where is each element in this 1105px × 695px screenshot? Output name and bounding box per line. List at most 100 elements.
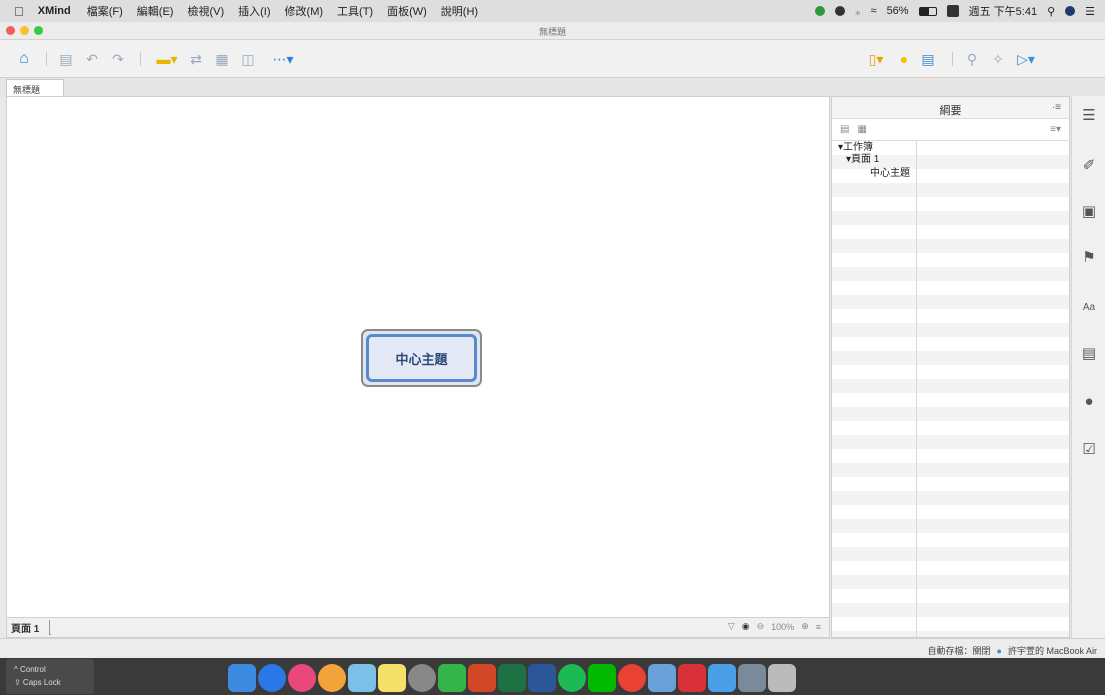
notes-app-icon[interactable] xyxy=(378,663,406,692)
menu-help[interactable]: 說明(H) xyxy=(441,3,478,19)
trash-icon[interactable] xyxy=(768,663,796,692)
facetime-icon[interactable] xyxy=(438,663,466,692)
outline-header: 綱要 ·≡ xyxy=(832,97,1069,119)
spotlight-icon[interactable]: ⚲ xyxy=(1047,5,1055,18)
itunes-icon[interactable] xyxy=(288,663,316,692)
save-icon[interactable]: ▤ xyxy=(56,49,76,69)
downloads-folder-icon[interactable] xyxy=(708,663,736,692)
battery-icon[interactable] xyxy=(918,6,937,16)
menu-modify[interactable]: 修改(M) xyxy=(285,3,324,19)
dock-area: ^ Control ⇪ Caps Lock xyxy=(0,658,1105,695)
preview-icon[interactable] xyxy=(648,663,676,692)
autosave-status[interactable]: 自動存檔：關閉 xyxy=(928,644,991,657)
undo-icon[interactable]: ↶ xyxy=(82,49,102,69)
siri-icon[interactable] xyxy=(1065,6,1076,16)
outline-view-list-icon[interactable]: ▦ xyxy=(857,124,866,135)
toolbar: ⌂ ▤ ↶ ↷ ▬▾ ⇄ ▦ ◫ ⋯▾ ▯▾ ● ▤ ⚲ ✧ ▷▾ xyxy=(0,40,1105,78)
line-icon[interactable] xyxy=(588,663,616,692)
app-menu[interactable]: XMind xyxy=(38,5,71,17)
outline-rows: ▾工作簿 ▾頁面 1 中心主題 xyxy=(832,141,1069,637)
outline-toolbar: ▤ ▦ ≡▾ xyxy=(832,119,1069,141)
record-icon[interactable] xyxy=(835,6,846,16)
central-topic-selection[interactable]: 中心主題 xyxy=(361,329,482,387)
menu-insert[interactable]: 插入(I) xyxy=(238,3,270,19)
excel-icon[interactable] xyxy=(498,663,526,692)
lightbulb-icon[interactable]: ● xyxy=(894,49,914,69)
window-titlebar: 無標題 xyxy=(0,22,1105,40)
caps-lock-key[interactable]: ⇪ Caps Lock xyxy=(14,676,94,689)
system-preferences-icon[interactable] xyxy=(408,663,436,692)
comment-icon[interactable]: ● xyxy=(1080,392,1098,410)
control-key[interactable]: ^ Control xyxy=(14,663,94,676)
menu-edit[interactable]: 編輯(E) xyxy=(137,3,174,19)
outline-menu-icon[interactable]: ·≡ xyxy=(1052,102,1061,113)
input-method-icon[interactable] xyxy=(946,5,959,17)
right-sidebar: ☰ ✐ ▣ ⚑ Aa ▤ ● ☑ xyxy=(1071,96,1105,638)
central-topic[interactable]: 中心主題 xyxy=(366,334,477,382)
outline-panel: 綱要 ·≡ ▤ ▦ ≡▾ ▾工作簿 ▾頁面 1 中心主題 xyxy=(831,96,1070,638)
sheet-bar: 頁面 1 ▽ ◉ ⊖ 100% ⊕ ≡ xyxy=(6,618,830,638)
more-icon[interactable]: ⋯▾ xyxy=(268,49,298,69)
redo-icon[interactable]: ↷ xyxy=(108,49,128,69)
fit-icon[interactable]: ≡ xyxy=(816,622,821,632)
clock[interactable]: 週五 下午5:41 xyxy=(969,3,1037,19)
outline-view-tree-icon[interactable]: ▤ xyxy=(840,124,849,135)
outline-options-icon[interactable]: ≡▾ xyxy=(1050,124,1061,135)
apple-menu-icon[interactable]:  xyxy=(14,4,24,19)
status-menus: ⁎ ≈ 56% 週五 下午5:41 ⚲ ☰ xyxy=(815,0,1095,22)
bluetooth-icon[interactable]: ⁎ xyxy=(855,5,861,18)
zoom-level: 100% xyxy=(771,621,795,632)
search-icon[interactable]: ⚲ xyxy=(962,49,982,69)
finder-icon[interactable] xyxy=(228,663,256,692)
photos-icon[interactable] xyxy=(318,663,346,692)
tab-bar: 無標題 xyxy=(0,78,1105,96)
menu-view[interactable]: 檢視(V) xyxy=(187,3,224,19)
image-icon[interactable]: ▣ xyxy=(1080,202,1098,220)
documents-icon[interactable] xyxy=(738,663,766,692)
text-style-icon[interactable]: Aa xyxy=(1080,298,1098,316)
boundary-icon[interactable]: ▦ xyxy=(212,49,232,69)
device-name[interactable]: 許宇萱的 MacBook Air xyxy=(1008,644,1097,657)
sheet-tab[interactable]: 頁面 1 xyxy=(11,620,39,635)
export-icon[interactable]: ▷▾ xyxy=(1012,49,1040,69)
format-brush-icon[interactable]: ✐ xyxy=(1080,156,1098,174)
status-bar: 自動存檔：關閉 ● 許宇萱的 MacBook Air xyxy=(0,638,1105,658)
topic-insert-icon[interactable]: ▬▾ xyxy=(152,49,182,69)
mindmap-canvas[interactable]: 中心主題 xyxy=(6,96,830,618)
menu-tools[interactable]: 工具(T) xyxy=(337,3,373,19)
menu-panels[interactable]: 面板(W) xyxy=(387,3,427,19)
share-icon[interactable]: ✧ xyxy=(988,49,1008,69)
outline-row-sheet[interactable]: ▾頁面 1 xyxy=(846,153,879,167)
line-app-icon[interactable] xyxy=(815,6,826,16)
notes-icon[interactable]: ▤ xyxy=(1080,344,1098,362)
outline-panel-icon[interactable]: ☰ xyxy=(1080,106,1098,124)
outline-row-central-topic[interactable]: 中心主題 xyxy=(870,167,910,181)
task-icon[interactable]: ☑ xyxy=(1080,440,1098,458)
app-store-icon[interactable] xyxy=(258,663,286,692)
summary-icon[interactable]: ◫ xyxy=(238,49,258,69)
menu-file[interactable]: 檔案(F) xyxy=(87,3,123,19)
notification-center-icon[interactable]: ☰ xyxy=(1085,5,1095,18)
subtopic-icon[interactable]: ⇄ xyxy=(186,49,206,69)
home-icon[interactable]: ⌂ xyxy=(14,49,34,69)
marker-flag-icon[interactable]: ⚑ xyxy=(1080,248,1098,266)
xmind-zen-icon[interactable] xyxy=(678,663,706,692)
zoom-in-icon[interactable]: ⊕ xyxy=(801,621,809,632)
zoom-controls: ▽ ◉ ⊖ 100% ⊕ ≡ xyxy=(728,621,821,632)
word-icon[interactable] xyxy=(528,663,556,692)
spotify-icon[interactable] xyxy=(558,663,586,692)
xmind-icon[interactable] xyxy=(348,663,376,692)
filter-icon[interactable]: ▽ xyxy=(728,621,735,632)
window-title: 無標題 xyxy=(538,27,566,37)
zoom-out-icon[interactable]: ⊖ xyxy=(757,621,765,632)
wifi-icon[interactable]: ≈ xyxy=(871,5,877,17)
dock xyxy=(228,660,904,695)
powerpoint-icon[interactable] xyxy=(468,663,496,692)
presentation-icon[interactable]: ▯▾ xyxy=(862,49,890,69)
account-dot-icon: ● xyxy=(996,645,1002,656)
document-tab[interactable]: 無標題 xyxy=(6,79,64,96)
eye-icon[interactable]: ◉ xyxy=(742,621,750,632)
touchbar-keys: ^ Control ⇪ Caps Lock xyxy=(6,659,94,694)
outline-view-icon[interactable]: ▤ xyxy=(918,49,938,69)
chrome-icon[interactable] xyxy=(618,663,646,692)
